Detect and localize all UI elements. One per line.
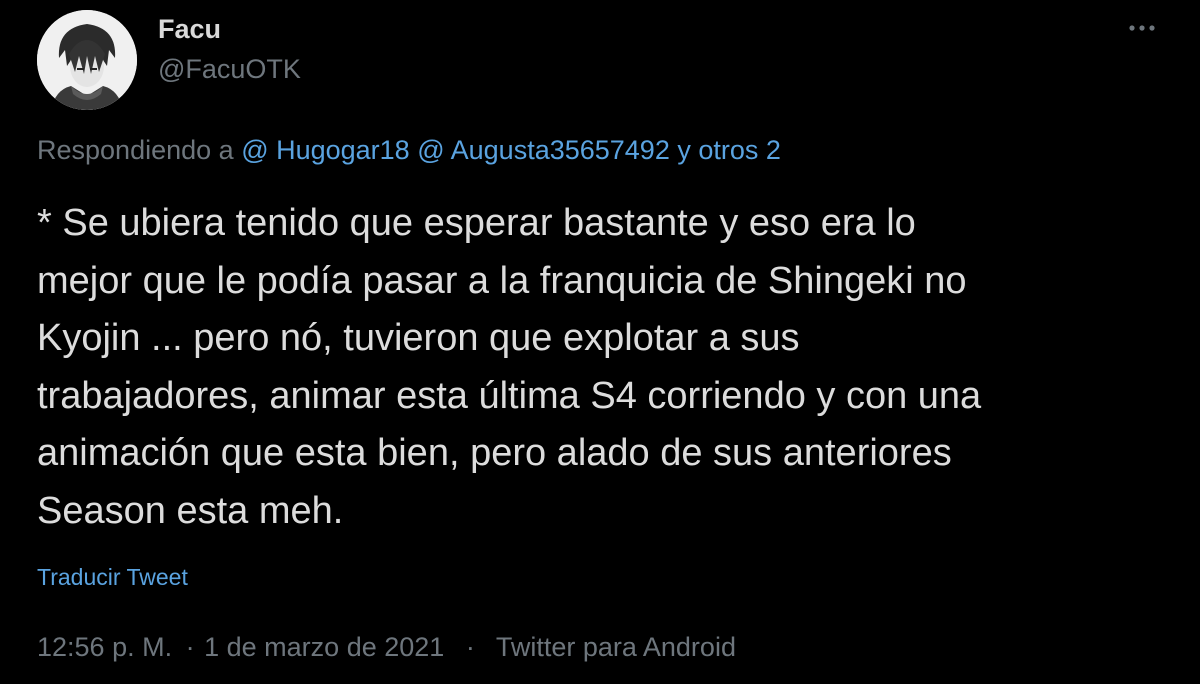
tweet-text-line: Season esta meh. (37, 489, 344, 532)
avatar-image (37, 10, 137, 110)
mention-link[interactable]: @ Augusta35657492 (417, 135, 670, 165)
tweet-card: Facu @FacuOTK Respondiendo a @ Hugogar18… (0, 0, 1200, 684)
tweet-source[interactable]: Twitter para Android (496, 632, 736, 662)
tweet-text-line: mejor que le podía pasar a la franquicia… (37, 259, 967, 302)
others-link[interactable]: y otros 2 (677, 135, 781, 165)
tweet-text-line: animación que esta bien, pero alado de s… (37, 432, 952, 474)
mention-link[interactable]: @ Hugogar18 (241, 135, 410, 165)
separator: · (185, 632, 195, 662)
tweet-text-line: Kyojin ... pero nó, tuvieron que explota… (37, 317, 800, 359)
author-name[interactable]: Facu (158, 12, 221, 46)
author-handle[interactable]: @FacuOTK (158, 52, 301, 86)
tweet-text-line: * Se ubiera tenido que esperar bastante … (37, 202, 916, 244)
replying-to-label: Respondiendo a (37, 135, 234, 165)
more-horizontal-icon[interactable] (1124, 14, 1160, 42)
tweet-text-line: trabajadores, animar esta última S4 corr… (37, 374, 982, 417)
tweet-date[interactable]: 1 de marzo de 2021 (204, 632, 444, 662)
separator: · (465, 632, 475, 662)
avatar[interactable] (37, 10, 137, 110)
replying-to: Respondiendo a @ Hugogar18 @ Augusta3565… (37, 133, 781, 167)
tweet-metadata: 12:56 p. M. · 1 de marzo de 2021 · Twitt… (37, 630, 736, 664)
translate-tweet-link[interactable]: Traducir Tweet (37, 562, 188, 592)
tweet-text: * Se ubiera tenido que esperar bastante … (37, 195, 1157, 540)
tweet-time[interactable]: 12:56 p. M. (37, 632, 172, 662)
